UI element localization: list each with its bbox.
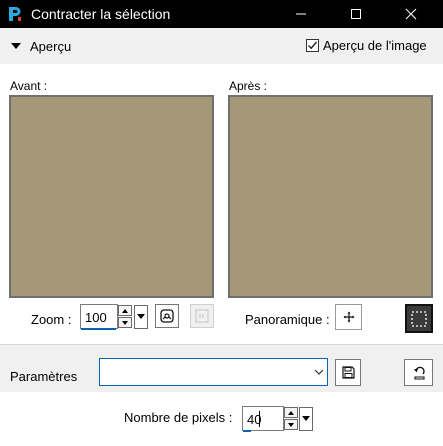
preview-section-label[interactable]: Aperçu	[30, 39, 71, 54]
title-bar: Contracter la sélection	[0, 0, 443, 28]
minimize-icon	[296, 13, 306, 15]
zoom-actual-size-button[interactable]	[190, 304, 214, 328]
window-title: Contracter la sélection	[31, 6, 171, 22]
pixels-spinner[interactable]	[284, 407, 298, 431]
before-label: Avant :	[10, 79, 48, 93]
zoom-fit-button[interactable]	[155, 304, 179, 328]
collapse-triangle-icon[interactable]	[11, 43, 21, 49]
divider	[0, 344, 443, 345]
save-preset-button[interactable]	[335, 359, 361, 386]
zoom-input[interactable]: 100	[80, 304, 118, 329]
zoom-spinner[interactable]	[118, 305, 132, 329]
maximize-icon	[351, 9, 361, 19]
after-label: Après :	[229, 79, 268, 93]
preview-image-checkbox[interactable]	[306, 39, 319, 52]
preview-area: Avant : Après : Zoom : 100 Panoramique :	[0, 64, 443, 344]
pixels-input[interactable]: 40	[242, 406, 284, 431]
save-disk-icon	[341, 366, 355, 379]
zoom-focus-underline	[81, 328, 116, 330]
chevron-down-icon[interactable]	[311, 359, 327, 385]
checkmark-icon	[308, 41, 318, 50]
maximize-button[interactable]	[339, 0, 373, 28]
pan-button[interactable]	[335, 304, 362, 330]
proof-preview-button[interactable]	[405, 304, 433, 333]
before-preview[interactable]	[9, 95, 214, 298]
move-crosshair-icon	[343, 311, 354, 323]
pixels-up-arrow-icon[interactable]	[284, 407, 298, 418]
reset-default-button[interactable]	[404, 359, 433, 386]
text-caret	[259, 411, 260, 427]
zoom-dropdown-button[interactable]	[134, 305, 148, 329]
minimize-button[interactable]	[284, 0, 318, 28]
after-preview[interactable]	[228, 95, 433, 298]
close-button[interactable]	[394, 0, 428, 28]
pixels-down-arrow-icon[interactable]	[284, 419, 298, 430]
paintshop-app-icon	[6, 5, 23, 23]
pixels-label: Nombre de pixels :	[124, 410, 233, 425]
pixels-focus-underline	[243, 430, 251, 432]
preview-section-header: Aperçu Aperçu de l'image	[0, 28, 443, 64]
reset-arrow-icon	[413, 366, 425, 380]
selection-marquee-icon	[411, 310, 427, 327]
zoom-fit-icon	[160, 309, 174, 323]
zoom-label: Zoom :	[31, 312, 72, 327]
zoom-value: 100	[85, 310, 107, 325]
zoom-down-arrow-icon[interactable]	[118, 317, 132, 328]
close-icon	[405, 8, 417, 20]
zoom-up-arrow-icon[interactable]	[118, 305, 132, 316]
params-label: Paramètres	[10, 369, 78, 384]
pan-label: Panoramique :	[245, 312, 330, 327]
preview-image-label[interactable]: Aperçu de l'image	[323, 38, 427, 53]
pixels-dropdown-button[interactable]	[299, 407, 313, 431]
settings-area: Nombre de pixels : 40	[0, 392, 443, 446]
params-preset-select[interactable]	[99, 358, 328, 386]
actual-size-icon	[195, 309, 209, 323]
